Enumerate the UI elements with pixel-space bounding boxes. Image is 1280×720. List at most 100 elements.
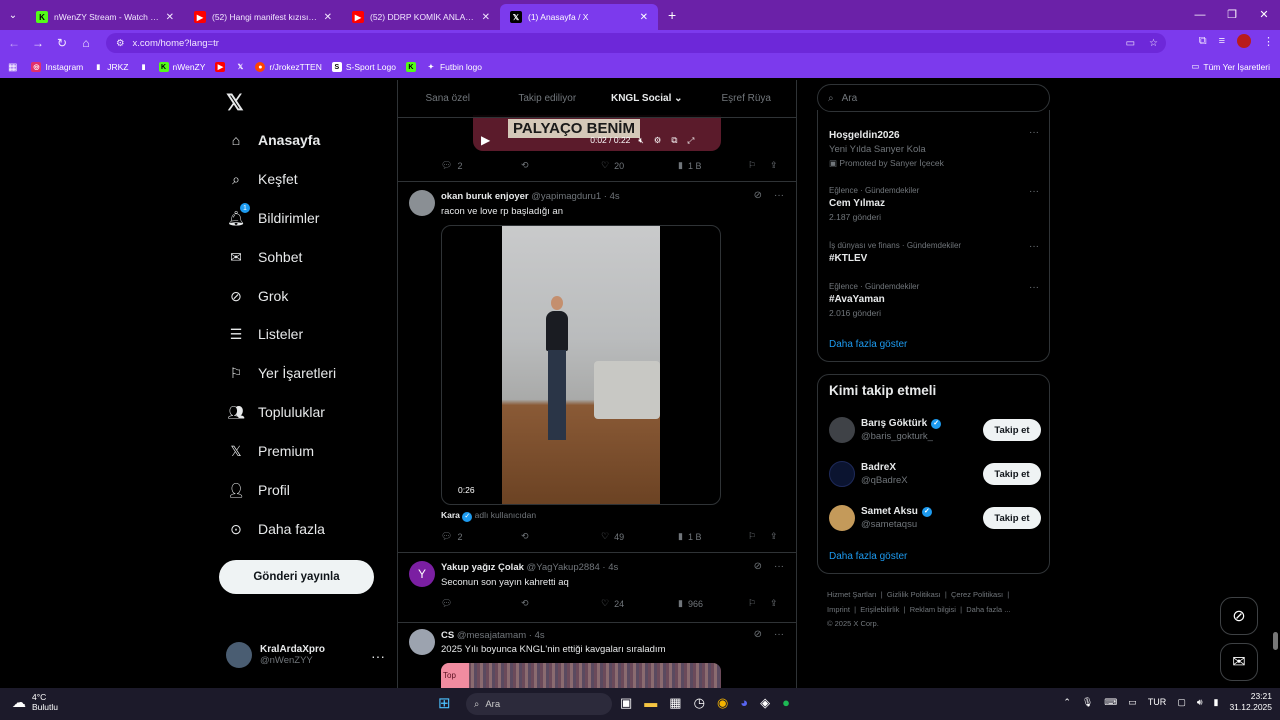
bookmark-reddit[interactable]: ● r/JrokezTTEN xyxy=(255,62,322,72)
like-button[interactable]: ♡ 49 xyxy=(601,531,678,542)
avatar[interactable] xyxy=(409,629,435,655)
like-button[interactable]: ♡ 24 xyxy=(601,598,678,609)
bookmark-instagram[interactable]: ◎ Instagram xyxy=(31,62,83,72)
tab-for-you[interactable]: Sana özel xyxy=(398,80,498,117)
tab-following[interactable]: Takip ediliyor xyxy=(498,80,598,117)
fullscreen-icon[interactable]: ⤢ xyxy=(687,135,694,146)
author-name[interactable]: okan buruk enjoyer xyxy=(441,191,529,202)
avatar[interactable]: Y xyxy=(409,561,435,587)
clock[interactable]: 23:21 31.12.2025 xyxy=(1229,691,1272,713)
more-icon[interactable]: ··· xyxy=(774,561,784,572)
nav-item-grok[interactable]: ⊘ Grok xyxy=(226,286,288,306)
cast-icon[interactable]: ▭ xyxy=(1126,38,1135,49)
mute-icon[interactable]: 🔇︎ xyxy=(638,135,643,146)
more-icon[interactable]: ··· xyxy=(774,629,784,640)
follow-button[interactable]: Takip et xyxy=(983,463,1041,485)
follow-suggestion[interactable]: Barış Göktürk ✓ @baris_gokturk_ Takip et xyxy=(829,417,1041,443)
share-button[interactable]: ⇪ xyxy=(770,531,778,542)
browser-tab-youtube-2[interactable]: ▶ (52) DDRP KOMİK ANLAR 9. BÖ ✕ xyxy=(342,4,500,30)
account-switcher[interactable]: KralArdaXpro @nWenZYY xyxy=(226,642,325,668)
tweet[interactable]: Y Yakup yağız Çolak @YagYakup2884 · 4s ⊘… xyxy=(398,552,796,622)
tweet-image[interactable]: Top xyxy=(441,663,721,688)
trend-item[interactable]: Eğlence · Gündemdekiler #AvaYaman 2.016 … xyxy=(829,282,919,318)
extensions-icon[interactable]: ⧉ xyxy=(1199,35,1207,48)
reload-icon[interactable]: ↻ xyxy=(50,36,74,50)
trend-item[interactable]: İş dünyası ve finans · Gündemdekiler #KT… xyxy=(829,241,961,264)
post-button[interactable]: Gönderi yayınla xyxy=(219,560,374,594)
chrome-icon[interactable]: ◉ xyxy=(717,695,728,711)
video-player[interactable]: PALYAÇO BENİM ▶ 0:02 / 0:22 🔇︎ ⚙ ⧉ ⤢ xyxy=(473,115,721,151)
play-icon[interactable]: ▶ xyxy=(481,133,490,147)
trend-more-icon[interactable]: ··· xyxy=(1029,241,1039,252)
bookmark-ssport[interactable]: S S-Sport Logo xyxy=(331,62,396,72)
avatar[interactable] xyxy=(829,461,855,487)
steam-icon[interactable]: ◈ xyxy=(760,695,770,711)
tab-esref-ruya[interactable]: Eşref Rüya xyxy=(697,80,797,117)
grok-fab-icon[interactable]: ⊘ xyxy=(1220,597,1258,635)
bookmark-button[interactable]: ⚐ xyxy=(748,531,770,542)
back-icon[interactable]: ← xyxy=(2,36,26,50)
author-handle[interactable]: @mesajatamam xyxy=(457,630,526,641)
footer-link[interactable]: Reklam bilgisi xyxy=(910,605,956,614)
share-button[interactable]: ⇪ xyxy=(770,160,778,171)
nav-item-explore[interactable]: ⌕ Keşfet xyxy=(226,169,298,189)
apps-grid-icon[interactable]: ▦ xyxy=(8,62,17,73)
nav-item-profile[interactable]: 👤︎ Profil xyxy=(226,480,290,500)
bookmark-jrkz[interactable]: ▮ JRKZ xyxy=(93,62,128,72)
follow-suggestion[interactable]: Samet Aksu ✓ @sametaqsu Takip et xyxy=(829,505,1041,531)
close-tab-icon[interactable]: ✕ xyxy=(166,12,174,23)
trend-more-icon[interactable]: ··· xyxy=(1029,127,1039,138)
trend-more-icon[interactable]: ··· xyxy=(1029,186,1039,197)
retweet-button[interactable]: ⟲ xyxy=(521,531,601,542)
display-icon[interactable]: ▭ xyxy=(1128,697,1137,708)
author-name[interactable]: Yakup yağız Çolak xyxy=(441,562,524,573)
tweet-video[interactable]: 0:26 xyxy=(441,225,721,505)
bookmark-button[interactable]: ⚐ xyxy=(748,598,770,609)
taskbar-search[interactable]: ⌕ Ara xyxy=(466,693,612,715)
tweet[interactable]: okan buruk enjoyer @yapimagduru1 · 4s ⊘ … xyxy=(398,181,796,551)
footer-link[interactable]: Gizlilik Politikası xyxy=(887,590,941,599)
close-window-icon[interactable]: ✕ xyxy=(1248,0,1280,30)
nav-item-home[interactable]: ⌂ Anasayfa xyxy=(226,130,321,150)
nav-item-premium[interactable]: 𝕏 Premium xyxy=(226,441,314,461)
bookmark-kick[interactable]: K xyxy=(405,62,416,72)
retweet-button[interactable]: ⟲ xyxy=(521,598,601,609)
profile-avatar[interactable] xyxy=(1237,34,1251,48)
messages-fab-icon[interactable]: ✉ xyxy=(1220,643,1258,681)
footer-link[interactable]: Hizmet Şartları xyxy=(827,590,877,599)
minimize-icon[interactable]: — xyxy=(1184,0,1216,30)
account-more-icon[interactable]: ··· xyxy=(371,648,385,664)
retweet-button[interactable]: ⟲ xyxy=(521,160,601,171)
follow-button[interactable]: Takip et xyxy=(983,419,1041,441)
nav-item-communities[interactable]: 👥︎ Topluluklar xyxy=(226,402,325,422)
forward-icon[interactable]: → xyxy=(26,36,50,50)
footer-link[interactable]: Erişilebilirlik xyxy=(860,605,899,614)
bookmark-nwenzy[interactable]: KnWenZY xyxy=(158,62,205,72)
more-icon[interactable]: ··· xyxy=(774,190,784,201)
grok-icon[interactable]: ⊘ xyxy=(754,629,762,640)
reply-button[interactable]: 💬︎ xyxy=(441,598,521,609)
address-bar[interactable]: ⚙ x.com/home?lang=tr ▭ ☆ xyxy=(106,33,1166,53)
trend-item[interactable]: Hoşgeldin2026 Yeni Yılda Sanyer Kola ▣ P… xyxy=(829,127,944,169)
task-view-icon[interactable]: ▣ xyxy=(620,695,632,711)
bookmark-star-icon[interactable]: ☆ xyxy=(1149,38,1158,49)
all-bookmarks[interactable]: ▭ Tüm Yer İşaretleri xyxy=(1191,61,1270,72)
bookmark-button[interactable]: ⚐ xyxy=(748,160,770,171)
media-control-icon[interactable]: ≡ xyxy=(1219,35,1225,47)
avatar[interactable] xyxy=(829,505,855,531)
views-button[interactable]: ▮ 1 B xyxy=(678,531,748,542)
maximize-icon[interactable]: ❐ xyxy=(1216,0,1248,30)
nav-item-more[interactable]: ⊙ Daha fazla xyxy=(226,519,325,539)
grok-icon[interactable]: ⊘ xyxy=(754,190,762,201)
language-indicator[interactable]: TUR xyxy=(1148,697,1167,707)
follow-suggestion[interactable]: BadreX @qBadreX Takip et xyxy=(829,461,1041,487)
browser-menu-icon[interactable]: ⋮ xyxy=(1263,35,1274,48)
grok-icon[interactable]: ⊘ xyxy=(754,561,762,572)
show-more-suggestions[interactable]: Daha fazla göster xyxy=(829,551,907,562)
battery-icon[interactable]: ▮ xyxy=(1214,697,1219,708)
avatar[interactable] xyxy=(409,190,435,216)
tweet-time[interactable]: 4s xyxy=(610,191,620,202)
nav-item-messages[interactable]: ✉ Sohbet xyxy=(226,247,302,267)
page-scrollbar[interactable] xyxy=(1273,632,1278,650)
browser-tab-youtube-1[interactable]: ▶ (52) Hangi manifest kızısın ? #7 ✕ xyxy=(184,4,342,30)
